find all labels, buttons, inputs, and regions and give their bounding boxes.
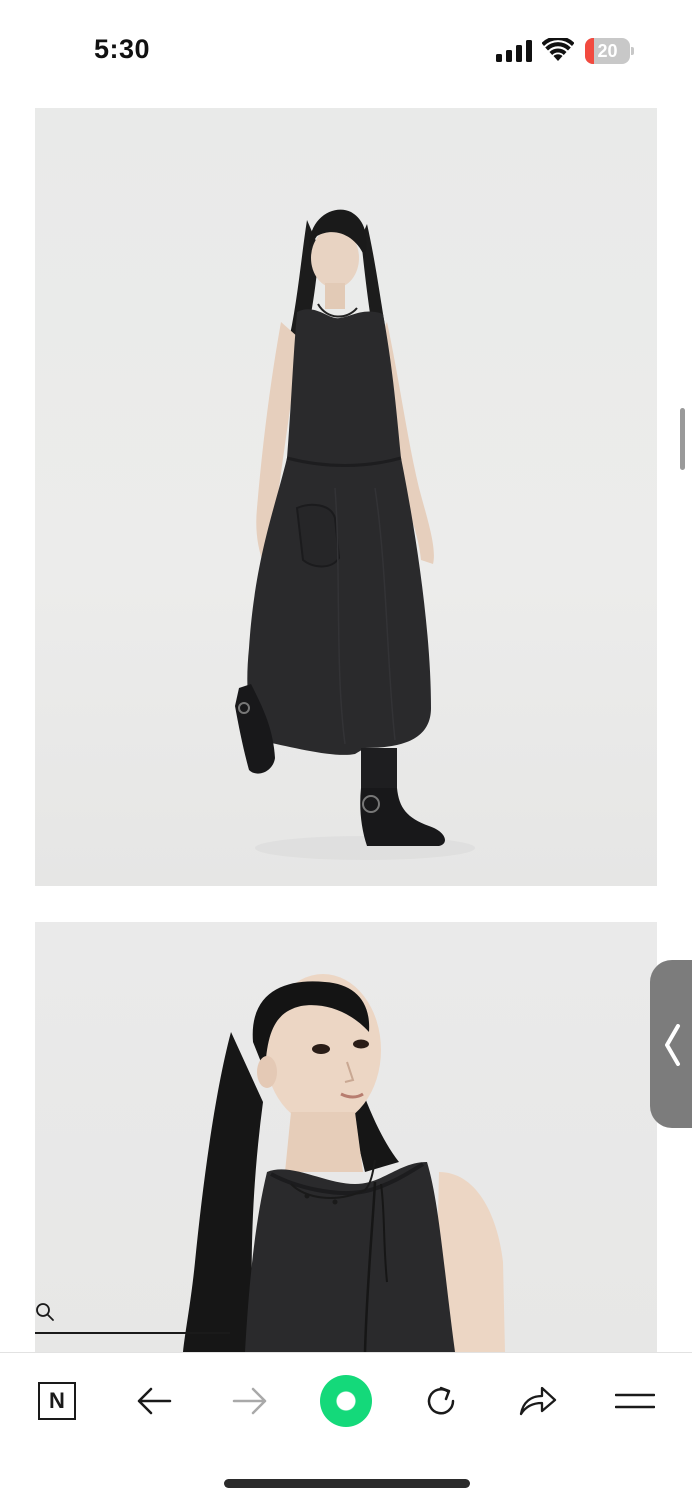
green-dot-button[interactable] (318, 1373, 374, 1429)
menu-icon (615, 1393, 655, 1409)
scroll-indicator[interactable] (680, 408, 685, 470)
forward-button[interactable] (222, 1373, 278, 1429)
product-photo-portrait[interactable] (35, 922, 657, 1352)
browser-toolbar: N (0, 1352, 692, 1500)
arrow-right-icon (232, 1387, 267, 1415)
share-arrow-icon (519, 1386, 557, 1416)
model-portrait-illustration (183, 974, 505, 1352)
wifi-icon (542, 38, 574, 61)
naver-home-button[interactable]: N (29, 1373, 85, 1429)
home-indicator[interactable] (224, 1479, 470, 1488)
status-time: 5:30 (94, 34, 151, 64)
reload-icon (427, 1386, 455, 1415)
search-icon (36, 1303, 54, 1321)
model-full-body-illustration (235, 209, 475, 860)
cellular-signal-icon (496, 40, 532, 62)
side-panel-handle[interactable] (650, 960, 692, 1128)
back-button[interactable] (126, 1373, 182, 1429)
share-button[interactable] (510, 1373, 566, 1429)
arrow-left-icon (137, 1387, 172, 1415)
naver-home-label: N (49, 1388, 65, 1413)
product-photo-full-body[interactable] (35, 108, 657, 886)
naver-n-icon: N (38, 1382, 76, 1420)
battery-icon: 20 (585, 38, 635, 64)
search-field[interactable] (35, 1300, 230, 1336)
search-underline (35, 1332, 230, 1334)
green-dot-icon (320, 1375, 372, 1427)
battery-body: 20 (585, 38, 630, 64)
menu-button[interactable] (607, 1373, 663, 1429)
reload-button[interactable] (413, 1373, 469, 1429)
chevron-left-icon (665, 1024, 680, 1066)
battery-tip (631, 47, 634, 55)
battery-level: 20 (597, 41, 618, 61)
status-bar: 5:30 20 (0, 0, 692, 100)
